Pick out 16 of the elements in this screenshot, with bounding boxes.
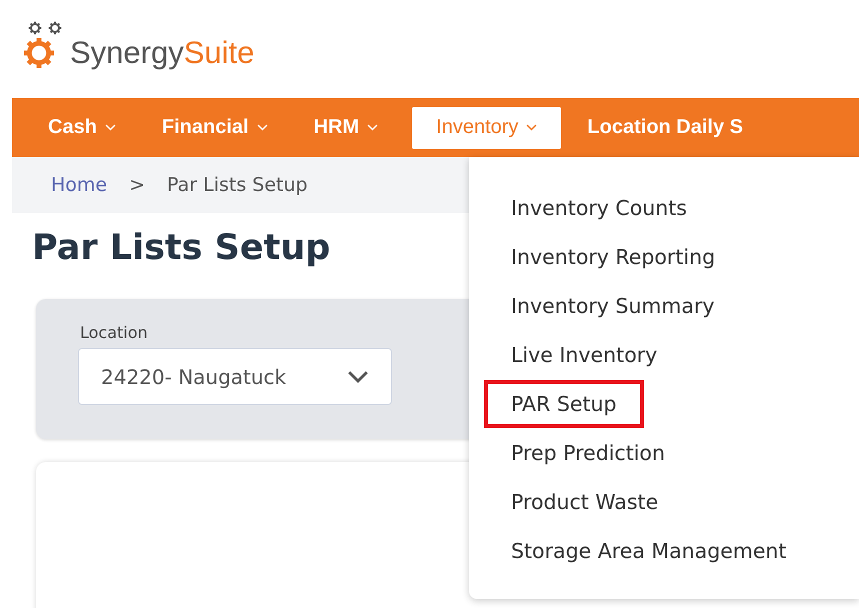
chevron-down-icon bbox=[347, 370, 369, 384]
menu-item[interactable]: Live Inventory bbox=[484, 330, 684, 378]
page-title: Par Lists Setup bbox=[32, 227, 330, 270]
menu-item[interactable]: Storage Area Management bbox=[484, 526, 814, 574]
menu-item[interactable]: Inventory Summary bbox=[484, 282, 742, 330]
field-label: Location bbox=[80, 323, 149, 342]
brand-name: SynergySuite bbox=[70, 37, 254, 70]
menu-item[interactable]: Inventory Reporting bbox=[484, 232, 742, 280]
breadcrumb-link[interactable]: Home bbox=[51, 174, 108, 196]
location-select[interactable]: 24220- Naugatuck bbox=[78, 348, 392, 405]
menu-item[interactable]: Product Waste bbox=[484, 478, 686, 526]
breadcrumb-separator: > bbox=[129, 174, 146, 196]
menu-item[interactable]: Prep Prediction bbox=[484, 428, 692, 476]
breadcrumb-current: Par Lists Setup bbox=[167, 174, 308, 196]
menu-item[interactable]: Inventory Counts bbox=[484, 184, 714, 232]
menu-item[interactable]: PAR Setup bbox=[484, 380, 644, 428]
